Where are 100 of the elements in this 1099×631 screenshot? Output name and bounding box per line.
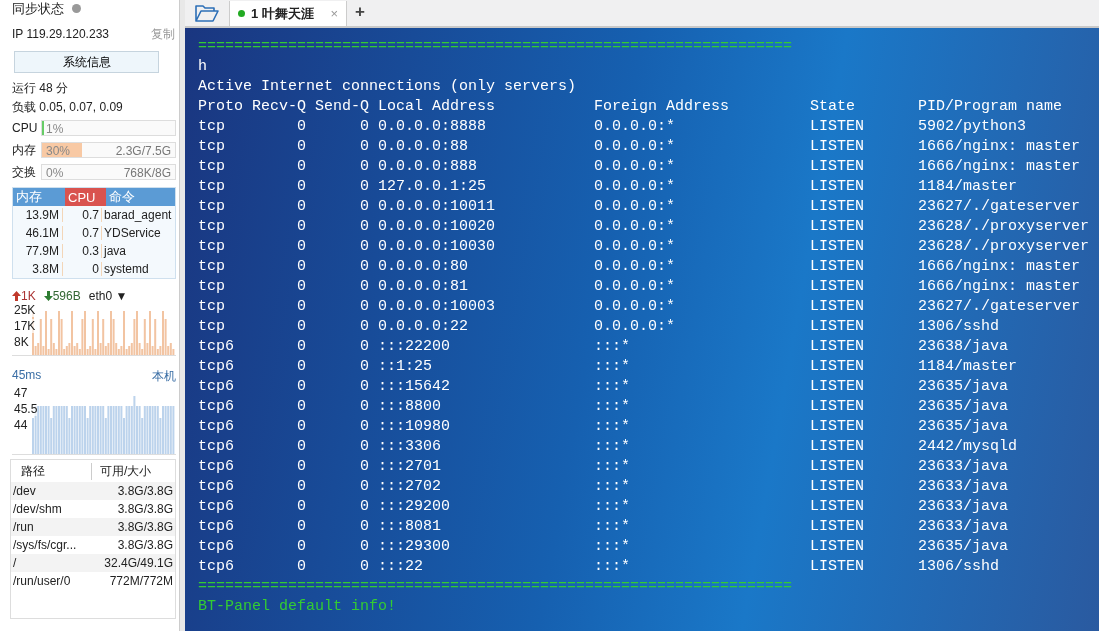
terminal-cell-text: 0 [360,237,370,257]
terminal-cell: 0.0.0.0:10011 [378,197,496,217]
terminal-cell-text: 0 [360,177,370,197]
system-info-button[interactable]: 系统信息 [14,51,159,73]
ip-address: IP 119.29.120.233 [12,27,109,41]
table-cell: 3.8G/3.8G [117,538,173,552]
terminal-cell: :::* [594,457,631,477]
terminal-cell: 5902/python3 [918,117,1027,137]
terminal-cell: LISTEN [810,217,865,237]
terminal-cell: 0.0.0.0:88 [378,137,468,157]
terminal-cell-text: 0 [297,517,307,537]
terminal-cell: 127.0.0.1:25 [378,177,487,197]
new-tab-button[interactable]: + [355,2,365,22]
terminal-cell: ::1:25 [378,357,432,377]
terminal-cell: :::29200 [378,497,450,517]
terminal-cell-text: 0 [360,337,370,357]
terminal-cell: :::* [594,517,631,537]
terminal-cell: 1306/sshd [918,557,1000,577]
terminal-cell: LISTEN [810,437,865,457]
column-header[interactable]: 命令 [106,188,175,206]
terminal-cell: tcp6 [198,477,234,497]
terminal-cell-text: 0 [297,277,307,297]
column-header[interactable]: 内存 [13,188,65,206]
terminal-cell: :::15642 [378,377,450,397]
terminal-cell: :::* [594,497,631,517]
terminal-cell: :::10980 [378,417,450,437]
copy-link[interactable]: 复制 [151,25,175,43]
terminal-cell-text: 0 [360,557,370,577]
terminal-cell: 0.0.0.0:* [594,297,676,317]
column-header[interactable]: CPU [65,188,106,206]
table-cell: 772M/772M [109,574,173,588]
terminal-cell: 23638/java [918,337,1009,357]
table-cell: /dev/shm [13,502,62,516]
terminal-cell: LISTEN [810,157,865,177]
terminal-cell-text: 0 [360,297,370,317]
terminal-cell: :::* [594,377,631,397]
terminal-cell: LISTEN [810,317,865,337]
terminal-cell: :::* [594,437,631,457]
terminal-cell: 0.0.0.0:8888 [378,117,487,137]
terminal-cell-text: 0 [360,437,370,457]
table-cell: 46.1M [13,226,63,240]
terminal-cell: LISTEN [810,297,865,317]
interface-dropdown[interactable]: eth0 ▼ [88,289,128,303]
terminal-cell: :::22200 [378,337,450,357]
table-cell: 13.9M [13,208,63,222]
terminal-cell: 0.0.0.0:10030 [378,237,496,257]
close-icon[interactable]: × [330,6,338,21]
terminal-cell: :::* [594,417,631,437]
meter-label: CPU [12,121,37,135]
terminal-cell: :::22 [378,557,423,577]
terminal-cell: 1666/nginx: master [918,277,1081,297]
terminal-cell: tcp6 [198,417,234,437]
terminal-cell: LISTEN [810,257,865,277]
terminal-cell: 23635/java [918,417,1009,437]
terminal-cell-text: 0 [297,177,307,197]
terminal-cell-text: 0 [360,317,370,337]
table-cell: /sys/fs/cgr... [13,538,77,552]
terminal-cell-text: 0 [297,137,307,157]
terminal-cell: tcp6 [198,537,234,557]
terminal-cell: :::* [594,397,631,417]
terminal-cell: 1666/nginx: master [918,157,1081,177]
table-cell: 77.9M [13,244,63,258]
terminal-cell: LISTEN [810,377,865,397]
terminal-cell-text: 0 [297,317,307,337]
terminal-cell: 23635/java [918,537,1009,557]
table-cell-text: barad_agent [103,208,172,222]
terminal-cell-text: 0 [297,557,307,577]
terminal-cell: :::8081 [378,517,441,537]
download-speed: 596B [52,289,81,303]
separator-line: ================================================================== [198,37,794,57]
host-label: 本机 [152,368,176,384]
terminal-cell-text: 0 [360,417,370,437]
table-cell: 0.7 [63,226,102,240]
column-header: PID/Program name [918,97,1063,117]
terminal-cell: :::29300 [378,537,450,557]
table-cell: /dev [13,484,36,498]
session-tab[interactable]: 1 叶舞天涯 × [229,1,347,26]
terminal-cell-text: 0 [297,337,307,357]
terminal-cell: 1306/sshd [918,317,1000,337]
terminal-cell: 23627/./gateserver [918,197,1081,217]
terminal-cell: :::* [594,337,631,357]
terminal-cell-text: 0 [360,357,370,377]
terminal-cell: 23635/java [918,377,1009,397]
folder-icon[interactable] [195,3,219,23]
terminal-cell: 0.0.0.0:22 [378,317,468,337]
table-cell-text: systemd [103,262,149,276]
terminal-cell: 2442/mysqld [918,437,1018,457]
terminal-cell: :::2702 [378,477,441,497]
status-dot-icon [72,4,81,13]
column-header: Local Address [378,97,496,117]
table-cell: 0 [63,262,102,276]
terminal-cell: :::* [594,537,631,557]
terminal-cell-text: 0 [297,537,307,557]
terminal-cell: 0.0.0.0:* [594,237,676,257]
meter-label: 交换 [12,163,37,181]
terminal-cell-text: 0 [360,517,370,537]
terminal-cell: 0.0.0.0:* [594,137,676,157]
terminal-cell: tcp [198,137,225,157]
terminal-text: Active Internet connections (only servers) [198,77,578,97]
terminal-cell: 0.0.0.0:80 [378,257,468,277]
